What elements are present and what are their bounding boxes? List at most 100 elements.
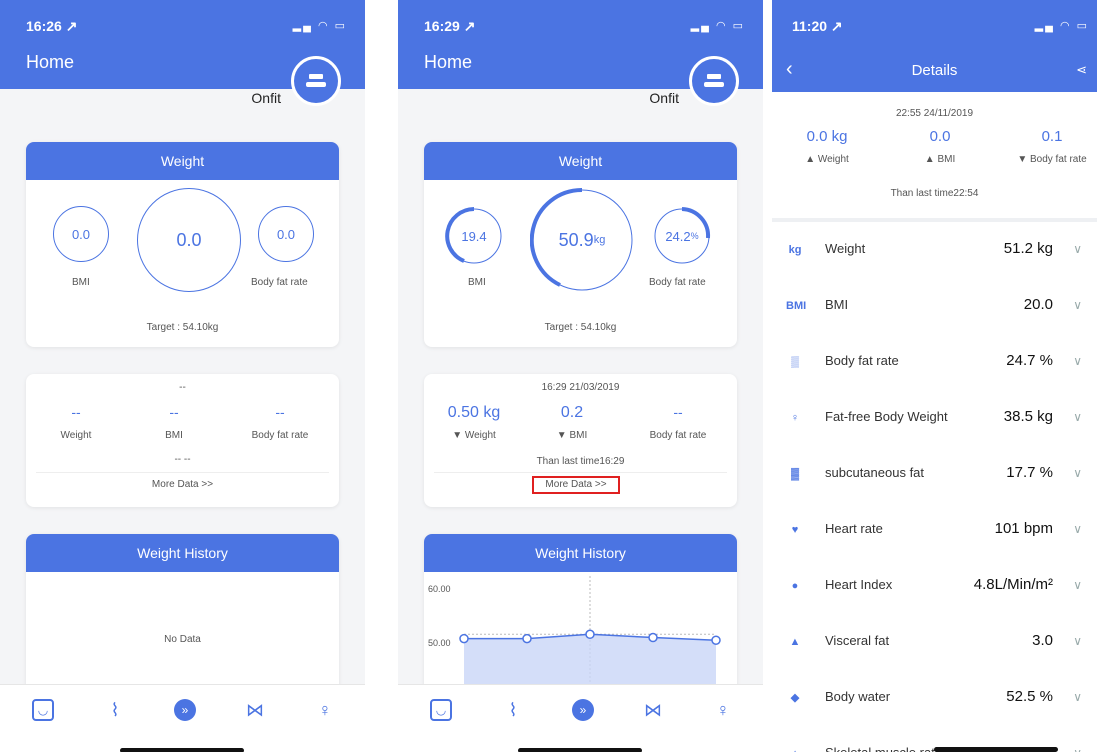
chevron-down-icon[interactable]: ∨ [1073, 746, 1082, 752]
history-point[interactable] [648, 632, 658, 643]
summary-panel: 22:55 24/11/2019 0.0 kg 0.0 0.1 ▲ Weight… [772, 92, 1097, 218]
detail-value: 38.5 kg [1003, 408, 1053, 425]
tab-profile-icon[interactable]: ♀ [712, 699, 734, 721]
scale-icon [704, 74, 724, 87]
status-icons: ▂▄ ◠ ▭ [690, 20, 745, 32]
detail-row[interactable]: ♥ Heart rate 101 bpm ∨ [772, 502, 1097, 559]
history-point[interactable] [585, 629, 595, 640]
weight-value: 0.0 [176, 229, 202, 250]
summary-weight-value: 0.0 kg [806, 128, 848, 145]
water-icon: ◆ [790, 692, 800, 704]
bodyfat-label: Body fat rate [649, 277, 706, 288]
detail-value: 24.7 % [1006, 352, 1053, 369]
body-fat-icon: ▒ [791, 356, 799, 368]
tab-bar: ◡ ⌇ » ⋈ ♀ [0, 684, 365, 752]
summary-bodyfat-value: 0.1 [1041, 128, 1063, 145]
bmi-circle: 0.0 [53, 206, 109, 262]
bodyfat-circle: 0.0 [258, 206, 314, 262]
detail-value: 3.0 [1032, 632, 1053, 649]
history-point[interactable] [522, 633, 532, 644]
tab-scale-icon[interactable]: ◡ [430, 699, 452, 721]
bodyfat-label: Body fat rate [251, 277, 308, 288]
tab-trend-icon[interactable]: ⌇ [104, 699, 126, 721]
last-measurement-card: -- -- -- -- Weight BMI Body fat rate -- … [26, 374, 339, 507]
chevron-down-icon[interactable]: ∨ [1073, 410, 1082, 424]
weight-value: 50.9 [558, 229, 594, 250]
bmi-label: BMI [468, 277, 486, 288]
detail-name: Heart rate [825, 521, 883, 536]
more-data-link[interactable]: More Data >> [26, 479, 339, 490]
page-title: Home [26, 52, 75, 72]
chevron-down-icon[interactable]: ∨ [1073, 690, 1082, 704]
bodyfat-delta: -- [673, 404, 683, 420]
detail-row[interactable]: ▓ subcutaneous fat 17.7 % ∨ [772, 446, 1097, 503]
tab-profile-icon[interactable]: ♀ [314, 699, 336, 721]
detail-row[interactable]: ◆ Body water 52.5 % ∨ [772, 670, 1097, 727]
detail-name: Skeletal muscle rate [825, 745, 942, 752]
summary-bmi-value: 0.0 [929, 128, 951, 145]
chevron-down-icon[interactable]: ∨ [1073, 354, 1082, 368]
scale-icon: kg [788, 244, 802, 256]
more-data-link[interactable]: More Data >> [532, 476, 620, 494]
detail-name: Fat-free Body Weight [825, 409, 948, 424]
status-icons: ▂▄ ◠ ▭ [292, 20, 347, 32]
detail-row[interactable]: ▒ Body fat rate 24.7 % ∨ [772, 334, 1097, 391]
tab-home-icon[interactable]: » [174, 699, 196, 721]
history-point[interactable] [459, 633, 469, 644]
detail-value: 17.7 % [1006, 464, 1053, 481]
tab-home-icon[interactable]: » [572, 699, 594, 721]
tab-trend-icon[interactable]: ⌇ [502, 699, 524, 721]
divider [434, 472, 727, 473]
bmi-label: BMI [72, 277, 90, 288]
tab-bar: ◡ ⌇ » ⋈ ♀ [398, 684, 763, 752]
detail-row[interactable]: kg Weight 51.2 kg ∨ [772, 222, 1097, 279]
detail-row[interactable]: ▲ Visceral fat 3.0 ∨ [772, 614, 1097, 671]
heart-icon: ♥ [791, 524, 799, 536]
history-point[interactable] [711, 635, 721, 645]
summary-weight-label: ▲ Weight [805, 154, 849, 165]
compare-text: Than last time16:29 [536, 456, 625, 467]
target-weight: Target : 54.10kg [544, 322, 617, 333]
history-title: Weight History [424, 534, 737, 572]
detail-row[interactable]: ♀ Fat-free Body Weight 38.5 kg ∨ [772, 390, 1097, 447]
summary-compare: Than last time22:54 [890, 188, 979, 199]
chevron-down-icon[interactable]: ∨ [1073, 634, 1082, 648]
no-data-text: No Data [164, 634, 201, 645]
device-scale-button[interactable] [689, 56, 739, 106]
tab-body-icon[interactable]: ⋈ [642, 699, 664, 721]
chevron-down-icon[interactable]: ∨ [1073, 298, 1082, 312]
history-chart [459, 576, 721, 694]
weight-history-card: Weight History 60.00 50.00 [424, 534, 737, 694]
share-icon[interactable]: ⋖ [1076, 62, 1087, 78]
chevron-down-icon[interactable]: ∨ [1073, 522, 1082, 536]
weight-circle: 0.0 [137, 188, 241, 292]
detail-name: Weight [825, 241, 866, 256]
bodyfat-value: 0.0 [276, 226, 296, 242]
detail-name: Visceral fat [825, 633, 890, 648]
detail-row[interactable]: BMI BMI 20.0 ∨ [772, 278, 1097, 335]
tab-body-icon[interactable]: ⋈ [244, 699, 266, 721]
device-name: Onfit [251, 90, 281, 106]
chevron-down-icon[interactable]: ∨ [1073, 242, 1082, 256]
bodyfat-delta-label: Body fat rate [251, 430, 309, 441]
status-time: 16:26 ↗ [26, 18, 78, 34]
bodyfat-delta: -- [275, 404, 285, 420]
detail-value: 101 bpm [994, 520, 1053, 537]
tab-scale-icon[interactable]: ◡ [32, 699, 54, 721]
chevron-down-icon[interactable]: ∨ [1073, 578, 1082, 592]
weight-history-card: Weight History No Data [26, 534, 339, 694]
detail-row[interactable]: ● Heart Index 4.8L/Min/m² ∨ [772, 558, 1097, 615]
bmi-circle: 19.4 [444, 206, 504, 266]
summary-bmi-label: ▲ BMI [924, 154, 956, 165]
fat-free-icon: ♀ [790, 412, 800, 424]
target-weight: Target : 54.10kg [146, 322, 219, 333]
bmi-icon: BMI [786, 300, 807, 312]
status-time: 11:20 ↗ [792, 18, 843, 34]
home-indicator [518, 748, 642, 752]
detail-value: 20.0 [1023, 296, 1053, 313]
visceral-icon: ▲ [789, 636, 801, 648]
weight-delta-label: ▼ Weight [452, 430, 496, 441]
chevron-down-icon[interactable]: ∨ [1073, 466, 1082, 480]
device-scale-button[interactable] [291, 56, 341, 106]
detail-name: subcutaneous fat [825, 465, 925, 480]
